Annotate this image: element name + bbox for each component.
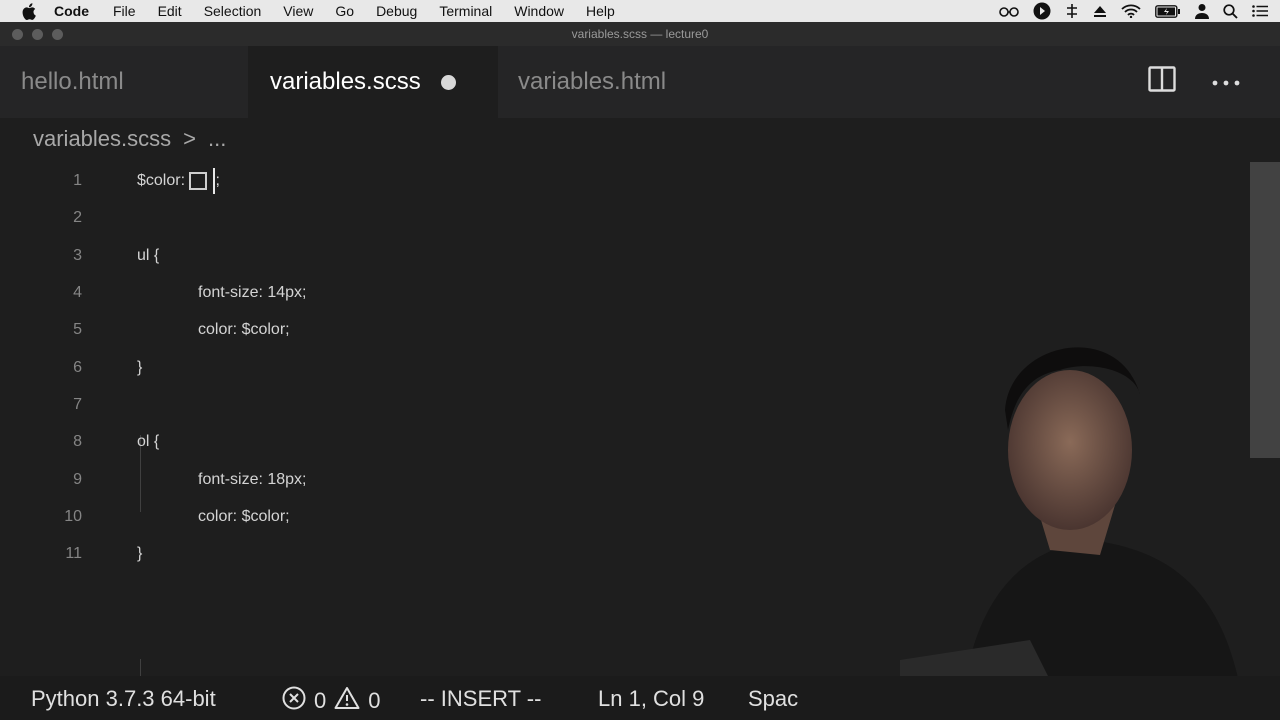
line-content[interactable]: } (137, 545, 142, 563)
line-content[interactable]: $color: ; (137, 167, 220, 194)
tab-variables-scss[interactable]: variables.scss (248, 46, 498, 118)
line-text-after-cursor: ; (215, 171, 220, 189)
menu-file[interactable]: File (113, 3, 136, 19)
window-title-bar: variables.scss — lecture0 (0, 22, 1280, 46)
line-content[interactable]: font-size: 14px; (198, 284, 307, 302)
line-number: 4 (73, 283, 82, 301)
menu-app-code[interactable]: Code (54, 3, 89, 19)
line-content[interactable]: ul { (137, 247, 159, 265)
line-content[interactable]: ol { (137, 433, 159, 451)
line-text: $color: (137, 171, 190, 189)
line-content[interactable]: color: $color; (198, 321, 290, 339)
code-line: 1 $color: ; (0, 162, 1250, 199)
unsaved-dot-icon[interactable] (440, 74, 456, 90)
indentation-label: Spac (748, 686, 799, 711)
menu-terminal[interactable]: Terminal (439, 3, 492, 19)
line-number: 7 (73, 395, 82, 413)
code-line: 2 (0, 199, 1250, 236)
notification-center-icon[interactable] (1252, 5, 1268, 17)
line-number: 10 (64, 507, 82, 525)
macos-menu-bar: Code File Edit Selection View Go Debug T… (0, 0, 1280, 22)
presenter-video-overlay (900, 347, 1245, 720)
problems-status[interactable]: 0 0 (282, 686, 381, 716)
eject-icon[interactable] (1093, 4, 1107, 18)
editor-actions (1148, 66, 1240, 97)
interpreter-label: Python 3.7.3 64-bit (31, 686, 216, 711)
wifi-icon[interactable] (1121, 4, 1141, 18)
extension-icon[interactable] (1065, 3, 1079, 19)
error-circle-icon (282, 686, 306, 716)
menu-view[interactable]: View (283, 3, 313, 19)
battery-icon[interactable] (1155, 4, 1181, 18)
vim-mode-status: -- INSERT -- (420, 686, 541, 712)
breadcrumb-symbols[interactable]: ... (208, 126, 226, 152)
breadcrumb-file[interactable]: variables.scss (33, 126, 171, 152)
menu-debug[interactable]: Debug (376, 3, 417, 19)
error-count: 0 (314, 688, 327, 713)
line-content[interactable]: color: $color; (198, 508, 290, 526)
window-title: variables.scss — lecture0 (571, 27, 709, 41)
mode-label: -- INSERT -- (420, 686, 542, 711)
menu-selection[interactable]: Selection (204, 3, 262, 19)
line-number: 8 (73, 432, 82, 450)
line-content[interactable]: } (137, 359, 142, 377)
python-interpreter-status[interactable]: Python 3.7.3 64-bit (31, 686, 216, 712)
line-number: 11 (65, 544, 82, 562)
menu-edit[interactable]: Edit (158, 3, 182, 19)
menu-go[interactable]: Go (335, 3, 354, 19)
color-swatch-icon[interactable] (189, 171, 208, 190)
user-icon[interactable] (1195, 3, 1209, 19)
status-bar: Python 3.7.3 64-bit 0 0 -- INSERT -- Ln … (0, 676, 1280, 720)
tab-label: hello.html (21, 68, 124, 95)
spotlight-search-icon[interactable] (1223, 3, 1238, 19)
cursor-position-status[interactable]: Ln 1, Col 9 (598, 686, 704, 712)
tab-variables-html[interactable]: variables.html (498, 46, 746, 118)
tab-label: variables.scss (270, 68, 421, 95)
menu-help[interactable]: Help (586, 3, 615, 19)
line-number: 3 (73, 246, 82, 264)
menu-window[interactable]: Window (514, 3, 564, 19)
more-actions-icon[interactable] (1212, 73, 1240, 91)
cursor-position-label: Ln 1, Col 9 (598, 686, 705, 711)
apple-logo-icon[interactable] (20, 2, 38, 20)
line-number: 1 (73, 171, 82, 189)
tab-hello-html[interactable]: hello.html (0, 46, 248, 118)
editor-tab-bar: hello.html variables.scss variables.html (0, 46, 1280, 118)
code-line: 3 ul { (0, 237, 1250, 274)
line-number: 2 (73, 208, 82, 226)
menu-bar-status-icons (999, 0, 1268, 22)
indentation-status[interactable]: Spac (748, 686, 798, 712)
warning-count: 0 (368, 688, 381, 713)
glasses-icon[interactable] (999, 5, 1019, 17)
breadcrumb: variables.scss > ... (33, 126, 226, 152)
play-circle-icon[interactable] (1033, 2, 1051, 20)
line-number: 5 (73, 320, 82, 338)
split-editor-icon[interactable] (1148, 66, 1176, 97)
chevron-right-icon: > (183, 126, 197, 151)
warning-triangle-icon (334, 686, 360, 716)
line-number: 9 (73, 470, 82, 488)
line-number: 6 (73, 358, 82, 376)
line-content[interactable]: font-size: 18px; (198, 471, 307, 489)
tab-label: variables.html (518, 68, 667, 95)
